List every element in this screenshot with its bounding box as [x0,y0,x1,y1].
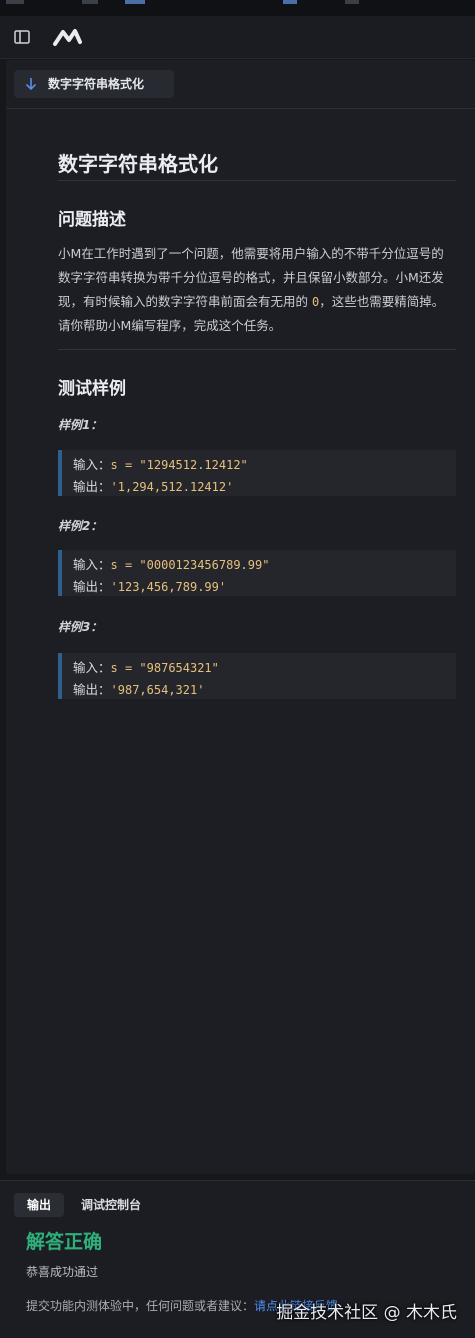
tab-output[interactable]: 输出 [14,1193,64,1217]
output-key: 输出： [73,682,111,697]
problem-panel: 数字字符串格式化 数字字符串格式化 问题描述 小M在工作时遇到了一个问题，他需要… [6,60,475,1174]
example-codeblock: 输入：s = "1294512.12412" 输出：'1,294,512.124… [58,450,456,496]
problem-title: 数字字符串格式化 [58,152,218,176]
section-heading-description: 问题描述 [58,210,126,230]
example-label: 样例1： [58,418,103,432]
section-heading-examples: 测试样例 [58,379,126,399]
result-message: 恭喜成功通过 [26,1265,99,1279]
strip-mark [6,0,24,4]
strip-mark [125,0,145,4]
problem-tab[interactable]: 数字字符串格式化 [14,70,174,98]
output-key: 输出： [73,479,111,494]
input-key: 输入： [73,660,111,675]
sidebar-icon[interactable] [14,29,30,44]
input-key: 输入： [73,557,111,572]
result-status: 解答正确 [26,1231,103,1253]
problem-tab-label: 数字字符串格式化 [48,77,145,91]
browser-top-strip [0,0,475,16]
example-codeblock: 输入：s = "0000123456789.99" 输出：'123,456,78… [58,550,456,596]
problem-description: 小M在工作时遇到了一个问题，他需要将用户输入的不带千分位逗号的数字字符串转换为带… [58,242,456,338]
divider [6,108,475,109]
download-arrow-icon [24,76,38,92]
app-header [0,16,475,59]
divider [58,349,456,350]
output-value: '987,654,321' [110,683,205,697]
feedback-text: 提交功能内测体验中，任何问题或者建议： [26,1299,255,1313]
strip-mark [283,0,297,4]
input-value: s = "987654321" [110,661,219,675]
divider [58,180,456,181]
input-value: s = "1294512.12412" [110,458,248,472]
marscode-logo-icon[interactable] [52,26,84,48]
tab-debug-console[interactable]: 调试控制台 [81,1193,141,1217]
output-value: '1,294,512.12412' [110,480,234,494]
example-label: 样例3： [58,620,103,634]
input-key: 输入： [73,457,111,472]
strip-mark [345,0,359,4]
output-value: '123,456,789.99' [110,580,227,594]
example-codeblock: 输入：s = "987654321" 输出：'987,654,321' [58,653,456,699]
output-key: 输出： [73,579,111,594]
input-value: s = "0000123456789.99" [110,558,270,572]
example-label: 样例2： [58,519,103,533]
watermark: 掘金技术社区 @ 木木氏 [276,1303,457,1323]
strip-mark [82,0,98,4]
